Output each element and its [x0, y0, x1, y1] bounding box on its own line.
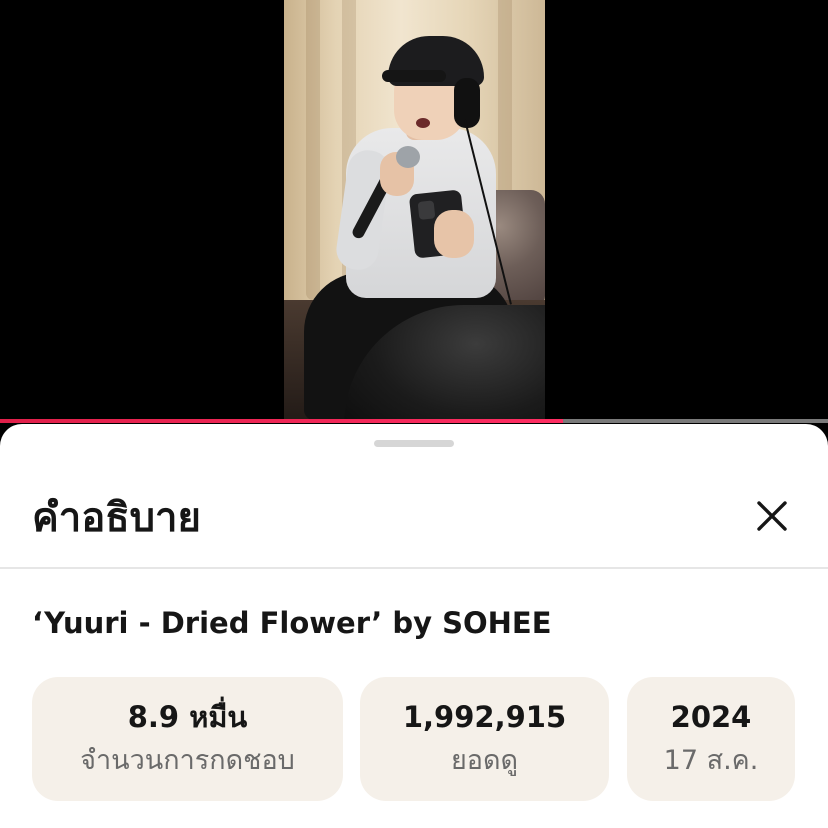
cap-brim: [382, 70, 446, 82]
sheet-title: คำอธิบาย: [32, 495, 201, 541]
close-button[interactable]: [748, 492, 796, 540]
phone-camera: [417, 200, 436, 220]
close-icon: [757, 501, 787, 531]
curtain: [306, 0, 320, 300]
likes-stat: 8.9 หมื่น จำนวนการกดชอบ: [32, 677, 343, 801]
views-stat: 1,992,915 ยอดดู: [360, 677, 609, 801]
app-screen: คำอธิบาย ‘Yuuri - Dried Flower’ by SOHEE…: [0, 0, 828, 828]
video-frame: [284, 0, 545, 420]
singer-hand: [434, 210, 474, 258]
views-label: ยอดดู: [450, 745, 519, 776]
upload-date-stat: 2024 17 ส.ค.: [627, 677, 795, 801]
upload-date: 17 ส.ค.: [663, 745, 759, 776]
headphones: [454, 78, 480, 128]
sheet-drag-handle[interactable]: [374, 440, 454, 447]
video-progress-bar[interactable]: [0, 419, 828, 423]
singer-mouth: [416, 118, 430, 128]
views-count: 1,992,915: [402, 700, 567, 734]
likes-count: 8.9 หมื่น: [127, 700, 248, 734]
video-progress-fill: [0, 419, 564, 423]
microphone-head: [396, 146, 420, 168]
video-title: ‘Yuuri - Dried Flower’ by SOHEE: [32, 606, 552, 640]
upload-year: 2024: [670, 700, 752, 734]
description-sheet: คำอธิบาย ‘Yuuri - Dried Flower’ by SOHEE…: [0, 424, 828, 828]
likes-label: จำนวนการกดชอบ: [80, 745, 295, 776]
divider: [0, 567, 828, 569]
video-player[interactable]: [0, 0, 828, 420]
